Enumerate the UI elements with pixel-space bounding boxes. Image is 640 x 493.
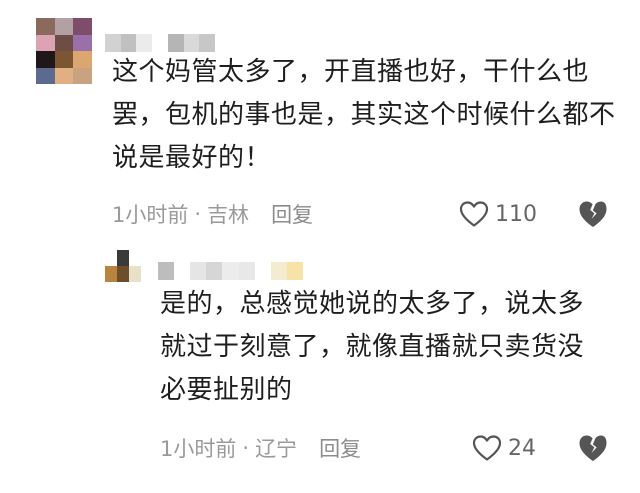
mosaic-cell [36, 34, 55, 51]
mosaic-cell [158, 262, 175, 280]
mosaic-cell [238, 262, 255, 280]
like-count: 24 [508, 435, 536, 461]
mosaic-cell [54, 18, 74, 35]
mosaic-cell [36, 18, 55, 35]
mosaic-cell [73, 18, 92, 35]
heart-outline-icon [459, 200, 495, 228]
mosaic-cell [36, 51, 55, 68]
mosaic-cell [254, 262, 271, 280]
meta-separator: · [242, 436, 250, 460]
dislike-button[interactable] [577, 432, 609, 464]
mosaic-cell [117, 266, 129, 282]
mosaic-cell [206, 262, 223, 280]
reply-avatar[interactable] [105, 250, 141, 282]
meta-separator: · [194, 202, 202, 226]
reply-meta: 1小时前 · 辽宁 回复 [160, 433, 361, 463]
comment-meta: 1小时前 · 吉林 回复 [112, 199, 313, 229]
comment-text: 这个妈管太多了，开直播也好，干什么也罢，包机的事也是，其实这个时候什么都不说是最… [112, 57, 616, 173]
mosaic-cell [73, 51, 92, 68]
mosaic-cell [136, 34, 153, 52]
mosaic-cell [54, 34, 74, 51]
mosaic-cell [167, 34, 184, 52]
commenter-avatar[interactable] [36, 18, 92, 84]
reply-button[interactable]: 回复 [319, 433, 361, 463]
reply-location: 辽宁 [255, 437, 298, 461]
mosaic-cell [190, 262, 207, 280]
reply-button[interactable]: 回复 [271, 199, 313, 229]
mosaic-cell [120, 34, 137, 52]
mosaic-cell [73, 67, 92, 84]
reply-time: 1小时前 [160, 437, 237, 461]
mosaic-cell [152, 34, 168, 52]
mosaic-cell [129, 250, 141, 266]
mosaic-cell [222, 262, 239, 280]
like-button[interactable]: 110 [459, 197, 537, 231]
mosaic-cell [105, 34, 121, 52]
comment-time: 1小时前 [112, 203, 189, 227]
reply-commenter-name[interactable] [158, 262, 303, 280]
mosaic-cell [174, 262, 191, 280]
commenter-name[interactable] [105, 34, 215, 52]
reply-text: 是的，总感觉她说的太多了，说太多就过于刻意了，就像直播就只卖货没必要扯别的 [160, 289, 585, 405]
mosaic-cell [36, 67, 55, 84]
mosaic-cell [199, 34, 215, 52]
mosaic-cell [286, 262, 303, 280]
broken-heart-icon [577, 432, 609, 464]
like-count: 110 [495, 201, 537, 227]
mosaic-cell [117, 250, 129, 266]
like-button[interactable]: 24 [472, 431, 536, 465]
heart-outline-icon [472, 434, 508, 462]
mosaic-cell [105, 266, 117, 282]
mosaic-cell [54, 51, 74, 68]
mosaic-cell [183, 34, 200, 52]
mosaic-cell [73, 34, 92, 51]
dislike-button[interactable] [577, 198, 609, 230]
broken-heart-icon [577, 198, 609, 230]
mosaic-cell [129, 266, 141, 282]
mosaic-cell [105, 250, 117, 266]
comment-location: 吉林 [207, 203, 250, 227]
mosaic-cell [270, 262, 287, 280]
mosaic-cell [54, 67, 74, 84]
